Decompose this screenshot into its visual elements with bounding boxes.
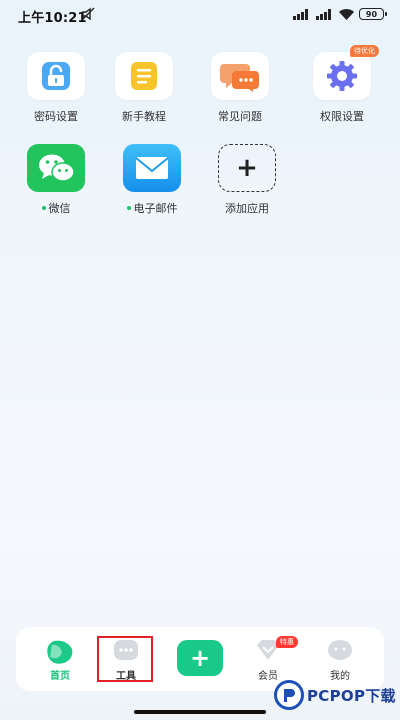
nav-label: 首页 bbox=[50, 671, 70, 682]
special-offer-badge: 特惠 bbox=[276, 636, 298, 648]
nav-item-home[interactable]: 首页 bbox=[30, 627, 90, 691]
profile-icon bbox=[328, 640, 352, 660]
app-add[interactable]: + 添加应用 bbox=[207, 144, 287, 216]
app-tutorial[interactable]: 新手教程 bbox=[104, 52, 184, 124]
battery-icon: 90 bbox=[359, 8, 387, 20]
app-label: 微信 bbox=[48, 202, 71, 215]
add-button[interactable]: + bbox=[177, 640, 223, 676]
signal-icon bbox=[293, 8, 308, 20]
signal-icon bbox=[316, 8, 331, 20]
faq-chat-icon bbox=[211, 52, 269, 100]
lock-icon bbox=[27, 52, 85, 100]
app-wechat[interactable]: 微信 bbox=[16, 144, 96, 216]
app-label: 电子邮件 bbox=[133, 202, 178, 215]
add-icon: + bbox=[218, 144, 276, 192]
wechat-icon bbox=[27, 144, 85, 192]
optimize-badge: 待优化 bbox=[350, 45, 379, 57]
watermark: PCPOP下载 bbox=[274, 680, 396, 710]
plus-icon: + bbox=[189, 644, 211, 672]
app-permission-settings[interactable]: 待优化 权限设置 bbox=[302, 45, 382, 124]
mail-icon bbox=[123, 144, 181, 192]
app-password-settings[interactable]: 密码设置 bbox=[16, 52, 96, 124]
wifi-icon bbox=[339, 8, 354, 20]
app-label: 添加应用 bbox=[225, 202, 269, 215]
watermark-logo-icon bbox=[274, 680, 304, 710]
online-dot bbox=[41, 206, 46, 210]
app-label: 常见问题 bbox=[218, 110, 262, 123]
mute-icon bbox=[81, 7, 95, 21]
app-label: 密码设置 bbox=[34, 110, 78, 123]
app-faq[interactable]: 常见问题 bbox=[200, 52, 280, 124]
online-dot bbox=[126, 206, 131, 210]
gear-icon: 待优化 bbox=[313, 45, 379, 100]
home-icon bbox=[47, 640, 73, 664]
status-time: 上午10:21 bbox=[18, 11, 87, 26]
highlight-box bbox=[97, 636, 153, 682]
app-label: 权限设置 bbox=[320, 110, 364, 123]
tutorial-icon bbox=[115, 52, 173, 100]
status-bar: 上午10:21 90 bbox=[0, 0, 400, 30]
home-indicator bbox=[134, 710, 266, 714]
status-indicators: 90 bbox=[293, 8, 387, 20]
app-email[interactable]: 电子邮件 bbox=[112, 144, 192, 216]
battery-level: 90 bbox=[365, 9, 378, 19]
app-label: 新手教程 bbox=[122, 110, 166, 123]
watermark-text: PCPOP下载 bbox=[307, 686, 396, 705]
